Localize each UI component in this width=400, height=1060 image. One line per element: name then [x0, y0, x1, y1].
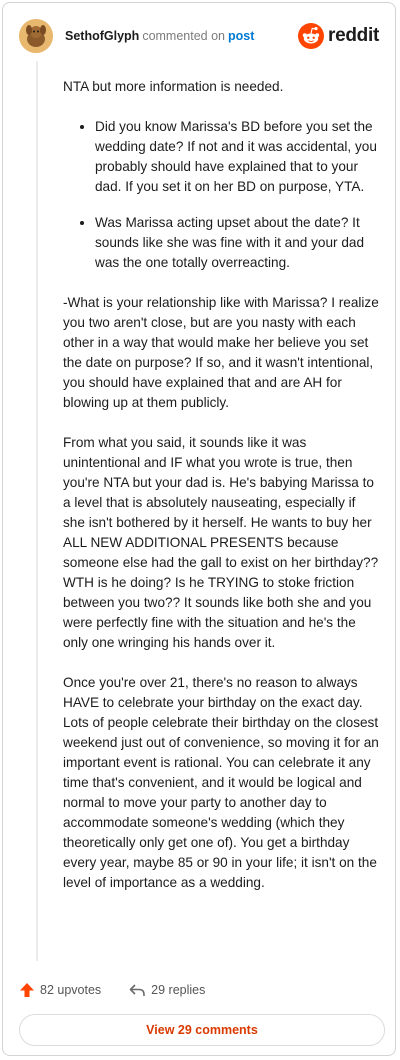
comment-header: SethofGlyph commented on post reddit [19, 19, 379, 53]
comment-card: SethofGlyph commented on post reddit NTA b… [2, 2, 396, 1056]
brand-wordmark: reddit [328, 25, 379, 46]
post-link[interactable]: post [228, 29, 254, 43]
comment-bullet-list: Did you know Marissa's BD before you set… [63, 117, 379, 273]
upvote-button[interactable]: 82 upvotes [19, 982, 101, 998]
comment-paragraph: From what you said, it sounds like it wa… [63, 435, 379, 650]
view-comments-button[interactable]: View 29 comments [19, 1014, 385, 1046]
comment-actions: 82 upvotes 29 replies [19, 979, 233, 1001]
reply-arrow-icon [129, 984, 145, 996]
reddit-logo-icon [298, 23, 325, 49]
avatar[interactable] [19, 19, 53, 53]
username-link[interactable]: SethofGlyph [65, 29, 139, 43]
upvote-count: 82 upvotes [40, 983, 102, 997]
comment-paragraph: Once you're over 21, there's no reason t… [63, 675, 379, 890]
action-text: commented on [142, 29, 225, 43]
upvote-arrow-icon [20, 983, 34, 997]
comment-paragraph: -What is your relationship like with Mar… [63, 295, 379, 410]
list-item: Did you know Marissa's BD before you set… [95, 117, 379, 197]
comment-meta: SethofGlyph commented on post [65, 29, 254, 43]
reddit-logo[interactable]: reddit [298, 22, 379, 50]
reply-count: 29 replies [151, 983, 206, 997]
list-item: Was Marissa acting upset about the date?… [95, 213, 379, 273]
view-comments-label: View 29 comments [146, 1023, 258, 1037]
replies-button[interactable]: 29 replies [129, 982, 205, 998]
comment-body: NTA but more information is needed. Did … [63, 77, 379, 913]
comment-intro: NTA but more information is needed. [63, 79, 284, 94]
thread-line[interactable] [36, 61, 38, 961]
